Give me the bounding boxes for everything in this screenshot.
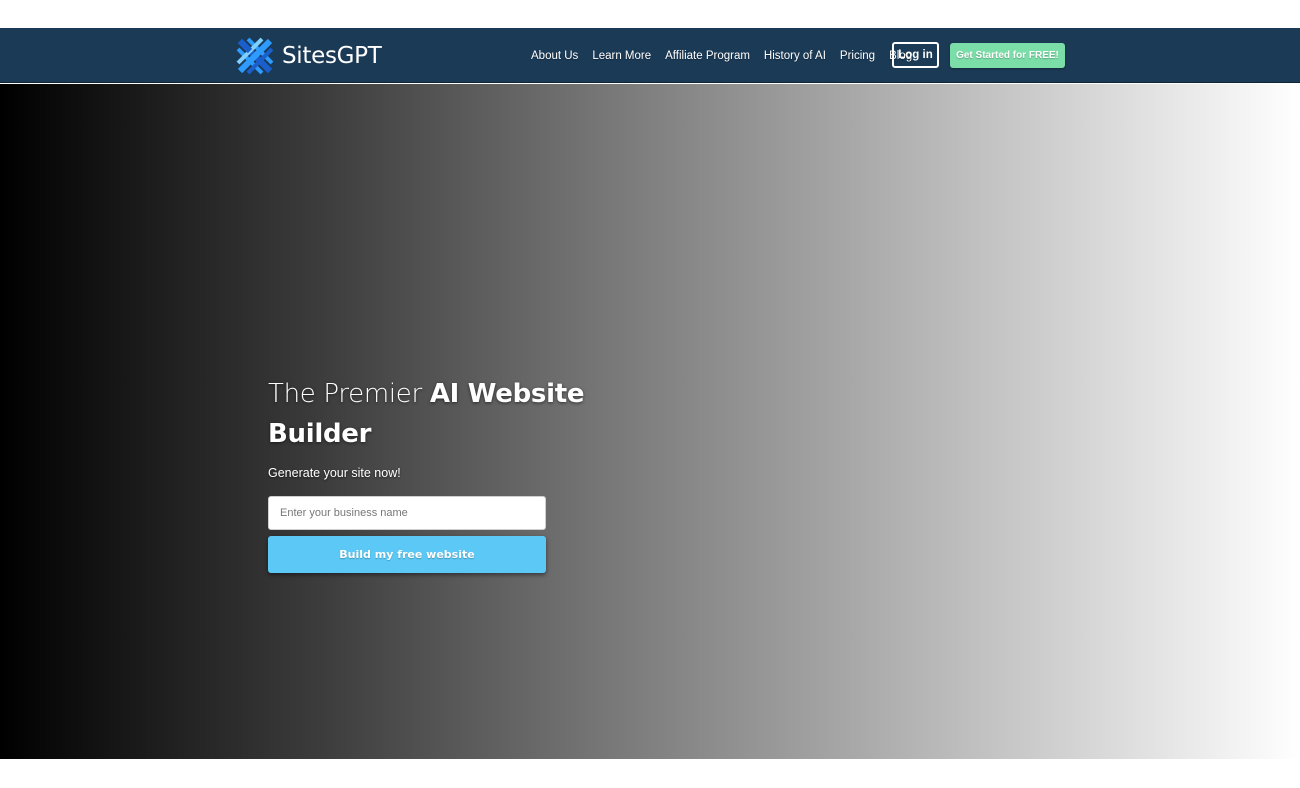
nav-link-history-of-ai[interactable]: History of AI [757, 50, 833, 62]
hero-content: The Premier AI Website Builder Generate … [268, 374, 598, 573]
hero-title: The Premier AI Website Builder [268, 374, 598, 454]
bottom-whitespace [0, 759, 1300, 788]
brand-name: SitesGPT [282, 43, 382, 69]
build-website-button[interactable]: Build my free website [268, 536, 546, 573]
nav-link-pricing[interactable]: Pricing [833, 50, 882, 62]
hero-section: The Premier AI Website Builder Generate … [0, 84, 1300, 759]
login-button[interactable]: Log in [892, 42, 939, 68]
page: SitesGPT About Us Learn More Affiliate P… [0, 0, 1300, 788]
nav-link-learn-more[interactable]: Learn More [585, 50, 658, 62]
hero-title-light: The Premier [268, 379, 430, 409]
top-whitespace [0, 0, 1300, 28]
get-started-button[interactable]: Get Started for FREE! [950, 43, 1065, 68]
nav-link-about-us[interactable]: About Us [524, 50, 585, 62]
navbar: SitesGPT About Us Learn More Affiliate P… [0, 28, 1300, 83]
hero-subtitle: Generate your site now! [268, 466, 401, 480]
nav-link-affiliate-program[interactable]: Affiliate Program [658, 50, 757, 62]
business-name-input[interactable] [268, 496, 546, 530]
woven-x-logo-icon [236, 37, 274, 75]
brand-home-link[interactable]: SitesGPT [234, 35, 382, 77]
nav-menu: About Us Learn More Affiliate Program Hi… [524, 28, 919, 83]
